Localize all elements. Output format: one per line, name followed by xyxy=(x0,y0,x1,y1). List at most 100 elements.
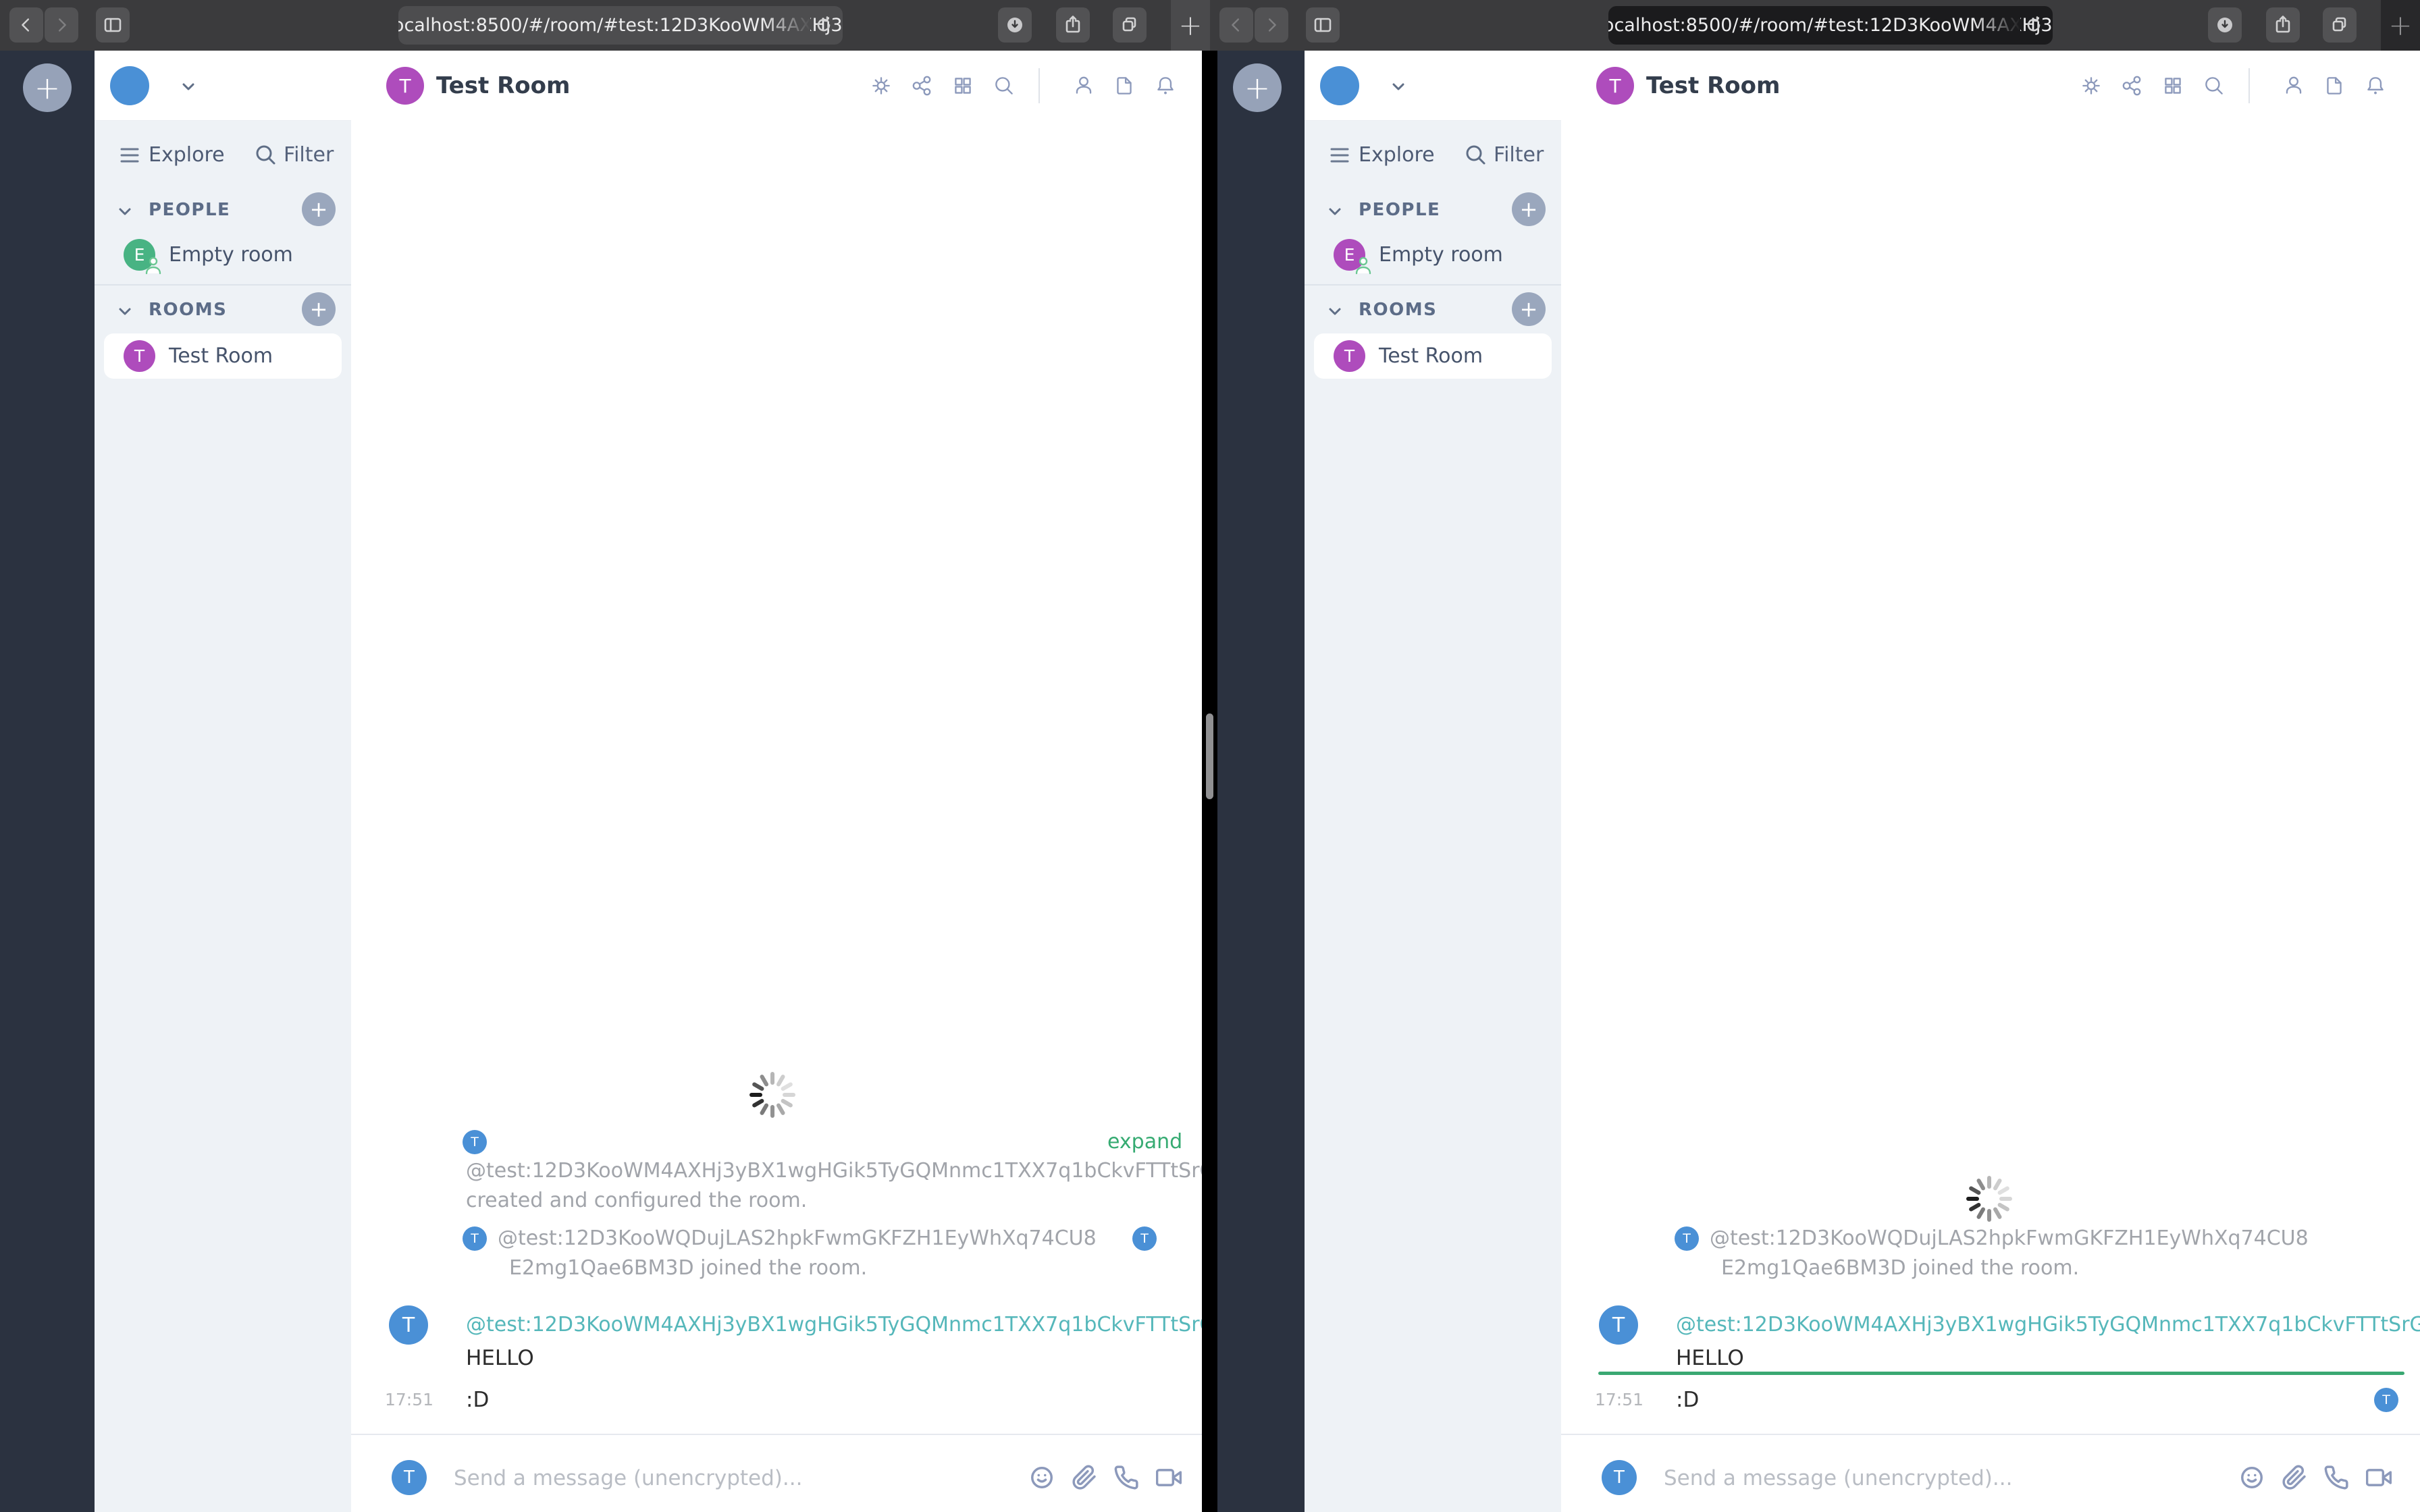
user-avatar[interactable] xyxy=(110,66,149,105)
video-call-icon[interactable] xyxy=(1155,1465,1182,1490)
attachment-icon[interactable] xyxy=(1072,1465,1097,1490)
apps-grid-icon[interactable] xyxy=(2161,74,2185,98)
add-room-button[interactable]: + xyxy=(1512,292,1546,326)
sender-avatar[interactable]: T xyxy=(389,1305,428,1345)
reload-button[interactable] xyxy=(810,11,837,38)
new-tab-button[interactable]: + xyxy=(2381,0,2420,51)
dm-person-badge-icon xyxy=(143,255,163,278)
add-room-button[interactable]: + xyxy=(302,292,336,326)
notifications-icon[interactable] xyxy=(1153,74,1178,98)
sidebar-divider xyxy=(95,284,351,286)
room-list-item-test-room[interactable]: T Test Room xyxy=(1314,333,1552,379)
dm-person-badge-icon xyxy=(1353,255,1373,278)
new-tab-button[interactable]: + xyxy=(1171,0,1210,51)
event-text: E2mg1Qae6BM3D joined the room. xyxy=(1721,1256,2080,1280)
add-people-button[interactable]: + xyxy=(1512,192,1546,226)
downloads-button[interactable] xyxy=(998,7,1032,43)
user-avatar[interactable] xyxy=(1320,66,1359,105)
explore-icon[interactable] xyxy=(1326,143,1353,170)
url-bar[interactable]: localhost:8500/#/room/#test:12D3KooWM4AX… xyxy=(398,6,843,45)
search-icon[interactable] xyxy=(992,74,1016,98)
expand-link[interactable]: expand xyxy=(1107,1127,1182,1157)
attachment-icon[interactable] xyxy=(2282,1465,2307,1490)
share-room-icon[interactable] xyxy=(910,74,934,98)
reload-button[interactable] xyxy=(2020,11,2047,38)
settings-icon[interactable] xyxy=(869,74,893,98)
browser-toolbar: localhost:8500/#/room/#test:12D3KooWM4AX… xyxy=(1210,0,2420,51)
back-button[interactable] xyxy=(1219,7,1253,43)
message-composer: T Send a message (unencrypted)... xyxy=(1561,1434,2420,1512)
share-room-icon[interactable] xyxy=(2120,74,2144,98)
event-text: @test:12D3KooWQDujLAS2hpkFwmGKFZH1EyWhXq… xyxy=(1710,1226,2309,1250)
tab-overview-button[interactable] xyxy=(2323,7,2357,43)
room-list-item-empty-room[interactable]: E Empty room xyxy=(104,232,342,277)
read-receipt-avatar: T xyxy=(1132,1226,1157,1251)
search-icon[interactable] xyxy=(253,142,280,171)
back-button[interactable] xyxy=(9,7,43,43)
room-name: Empty room xyxy=(1379,243,1503,267)
rooms-section-header[interactable]: ROOMS xyxy=(149,298,227,321)
files-icon[interactable] xyxy=(2322,74,2346,98)
sender-name[interactable]: @test:12D3KooWM4AXHj3yBX1wgHGik5TyGQMnmc… xyxy=(466,1310,1210,1340)
people-section-header[interactable]: PEOPLE xyxy=(1359,198,1440,221)
message-input[interactable]: Send a message (unencrypted)... xyxy=(454,1465,994,1492)
event-avatar: T xyxy=(1675,1226,1699,1251)
apps-grid-icon[interactable] xyxy=(951,74,975,98)
filter-input[interactable]: Filter xyxy=(284,142,343,169)
search-icon[interactable] xyxy=(1463,142,1490,171)
url-bar[interactable]: localhost:8500/#/room/#test:12D3KooWM4AX… xyxy=(1608,6,2053,45)
sidebar-toggle-button[interactable] xyxy=(1306,7,1340,43)
people-section-header[interactable]: PEOPLE xyxy=(149,198,230,221)
share-page-button[interactable] xyxy=(1056,7,1090,43)
members-icon[interactable] xyxy=(1072,74,1096,98)
timeline-scrollbar[interactable] xyxy=(1206,713,1213,799)
sender-name[interactable]: @test:12D3KooWM4AXHj3yBX1wgHGik5TyGQMnmc… xyxy=(1676,1310,2420,1340)
notifications-icon[interactable] xyxy=(2363,74,2388,98)
voice-call-icon[interactable] xyxy=(1113,1465,1139,1490)
explore-button[interactable]: Explore xyxy=(1359,142,1437,169)
forward-button[interactable] xyxy=(45,7,78,43)
downloads-button[interactable] xyxy=(2208,7,2242,43)
message-composer: T Send a message (unencrypted)... xyxy=(351,1434,1210,1512)
sender-avatar[interactable]: T xyxy=(1599,1305,1638,1345)
chevron-down-icon[interactable] xyxy=(1388,78,1409,97)
chevron-down-icon[interactable] xyxy=(116,202,134,223)
chevron-down-icon[interactable] xyxy=(1326,302,1344,323)
composer-avatar: T xyxy=(1602,1460,1637,1495)
forward-button[interactable] xyxy=(1255,7,1288,43)
loading-spinner xyxy=(1966,1176,2012,1222)
room-list-item-test-room[interactable]: T Test Room xyxy=(104,333,342,379)
create-community-button[interactable]: + xyxy=(23,63,72,112)
event-text: created and configured the room. xyxy=(466,1189,808,1212)
chevron-down-icon[interactable] xyxy=(1326,202,1344,223)
explore-icon[interactable] xyxy=(116,143,143,170)
url-fade xyxy=(1973,6,2020,45)
room-header-avatar: T xyxy=(386,67,424,105)
emoji-icon[interactable] xyxy=(2239,1465,2265,1490)
message-text: HELLO xyxy=(466,1346,534,1370)
video-call-icon[interactable] xyxy=(2365,1465,2392,1490)
filter-input[interactable]: Filter xyxy=(1494,142,1553,169)
room-list-item-empty-room[interactable]: E Empty room xyxy=(1314,232,1552,277)
message-input[interactable]: Send a message (unencrypted)... xyxy=(1664,1465,2204,1492)
share-page-button[interactable] xyxy=(2266,7,2300,43)
files-icon[interactable] xyxy=(1112,74,1136,98)
explore-button[interactable]: Explore xyxy=(149,142,227,169)
voice-call-icon[interactable] xyxy=(2323,1465,2349,1490)
members-icon[interactable] xyxy=(2282,74,2306,98)
event-text: @test:12D3KooWM4AXHj3yBX1wgHGik5TyGQMnmc… xyxy=(466,1159,1210,1183)
create-community-button[interactable]: + xyxy=(1233,63,1282,112)
event-avatar: T xyxy=(463,1130,487,1154)
rooms-section-header[interactable]: ROOMS xyxy=(1359,298,1437,321)
add-people-button[interactable]: + xyxy=(302,192,336,226)
emoji-icon[interactable] xyxy=(1029,1465,1055,1490)
search-icon[interactable] xyxy=(2202,74,2226,98)
room-avatar: T xyxy=(124,340,155,372)
tab-overview-button[interactable] xyxy=(1113,7,1147,43)
settings-icon[interactable] xyxy=(2079,74,2103,98)
chevron-down-icon[interactable] xyxy=(116,302,134,323)
message-text: :D xyxy=(1676,1388,1700,1412)
sidebar-toggle-button[interactable] xyxy=(96,7,130,43)
browser-window-left: localhost:8500/#/room/#test:12D3KooWM4AX… xyxy=(0,0,1210,1512)
chevron-down-icon[interactable] xyxy=(178,78,199,97)
